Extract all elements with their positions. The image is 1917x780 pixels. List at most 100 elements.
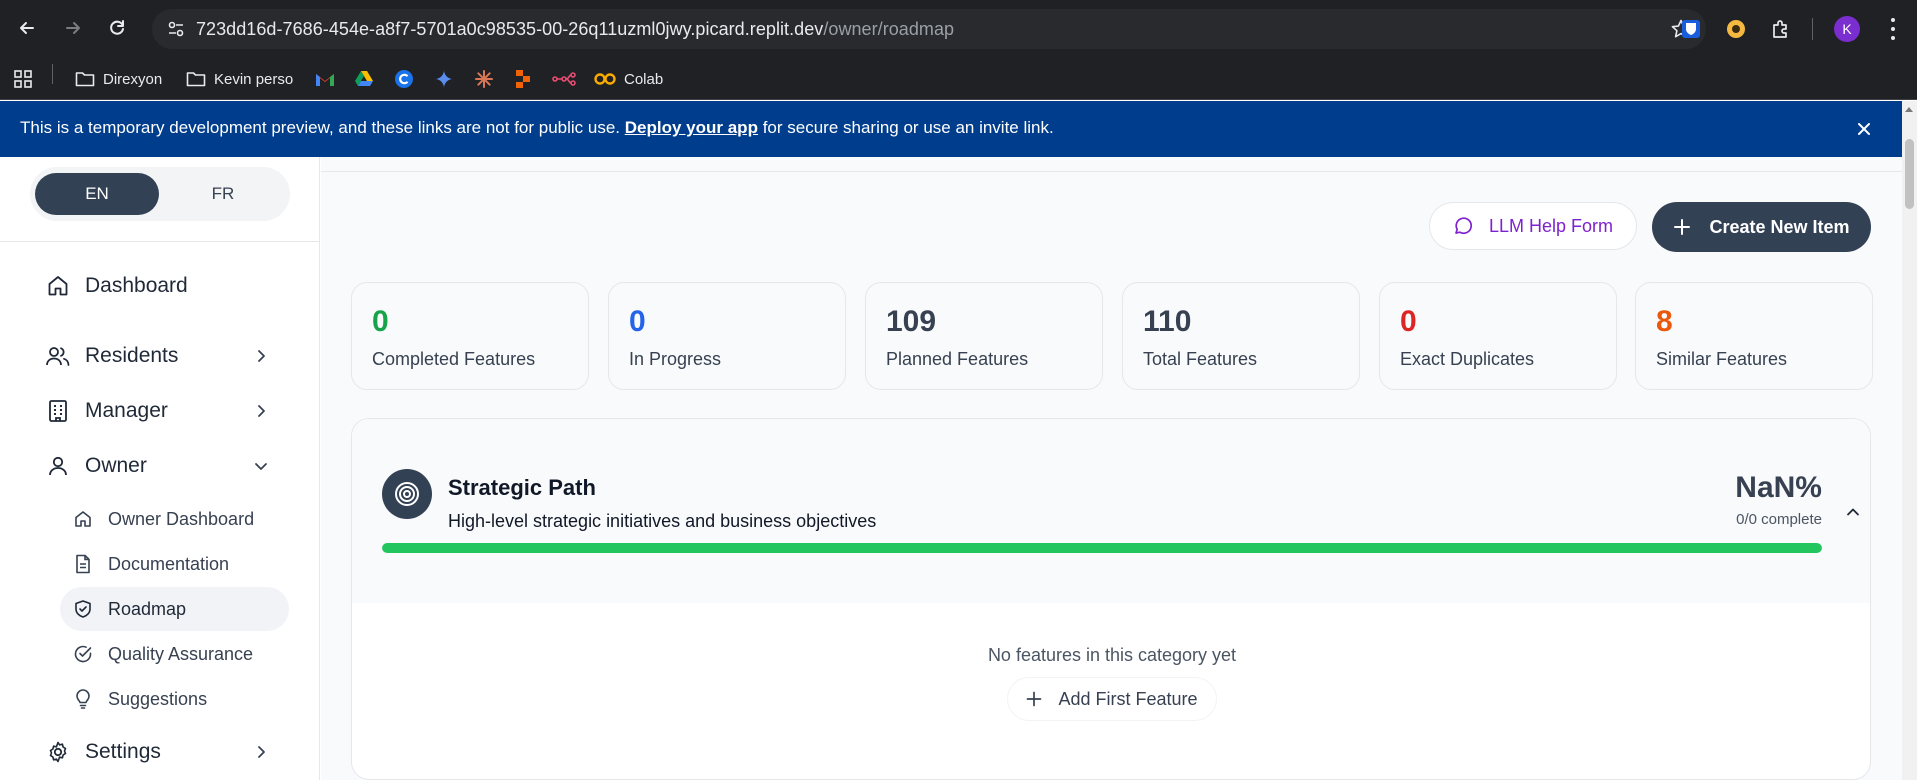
preview-banner: This is a temporary development preview,… [0,101,1902,157]
replit-icon[interactable] [514,67,532,91]
extensions-puzzle-icon[interactable] [1766,14,1796,44]
sidebar-sub-label: Documentation [108,553,230,574]
stat-value: 110 [1143,305,1192,338]
toolbar-divider [1812,18,1813,40]
n8n-icon[interactable] [552,67,576,91]
stat-label: Exact Duplicates [1400,349,1535,369]
bookmark-folder-kevin-perso[interactable]: Kevin perso [186,67,293,91]
sidebar-item-label: Dashboard [85,274,188,297]
address-bar[interactable]: 723dd16d-7686-454e-a8f7-5701a0c98535-00-… [152,9,1706,49]
banner-close-button[interactable] [1852,117,1876,141]
sidebar-item-label: Residents [85,344,179,367]
add-first-label: Add First Feature [1058,688,1198,709]
bookmark-colab[interactable]: Colab [594,67,663,91]
stat-label: Total Features [1143,349,1258,369]
gmail-icon[interactable] [315,67,335,91]
sidebar-item-residents[interactable]: Residents [30,334,290,378]
sidebar-sub-quality-assurance[interactable]: Quality Assurance [60,632,289,676]
stat-value: 0 [372,305,389,338]
main-content: LLM Help Form Create New Item 0 Complete… [321,157,1902,780]
stat-label: In Progress [629,349,722,369]
sidebar-item-owner[interactable]: Owner [30,444,290,488]
stat-value: 8 [1656,305,1673,338]
drive-icon[interactable] [354,67,374,91]
url-text: 723dd16d-7686-454e-a8f7-5701a0c98535-00-… [196,19,954,40]
chevron-right-icon [258,746,265,758]
stat-card-total: 110 Total Features [1122,282,1360,390]
stat-label: Completed Features [372,349,536,369]
profile-avatar[interactable]: K [1834,16,1860,42]
chevron-up-icon[interactable] [1842,501,1864,523]
sidebar-item-dashboard[interactable]: Dashboard [30,264,290,308]
category-percent: NaN% [1735,471,1822,504]
bookmarks-bar: Direxyon Kevin perso Colab [0,58,1917,100]
bookmark-label: Direxyon [103,70,163,88]
sidebar-sub-label: Quality Assurance [108,643,254,664]
stat-card-exact-duplicates: 0 Exact Duplicates [1379,282,1617,390]
sidebar-sub-owner-dashboard[interactable]: Owner Dashboard [60,497,289,541]
browser-toolbar: 723dd16d-7686-454e-a8f7-5701a0c98535-00-… [0,0,1917,58]
category-description: High-level strategic initiatives and bus… [448,511,877,531]
page-scrollbar[interactable] [1902,101,1917,780]
stat-value: 0 [629,305,646,338]
category-header[interactable]: Strategic Path High-level strategic init… [352,419,1870,603]
gemini-icon[interactable] [434,67,454,91]
sidebar-item-label: Settings [85,740,161,763]
sidebar-sub-suggestions[interactable]: Suggestions [60,677,289,721]
back-button[interactable] [13,14,41,42]
create-new-item-button[interactable]: Create New Item [1652,202,1871,252]
check-circle-icon [72,643,94,665]
bookmark-label: Colab [624,70,664,88]
empty-category-message: No features in this category yet [987,645,1237,665]
scrollbar-thumb[interactable] [1905,139,1914,209]
home-icon [44,272,72,300]
bitwarden-extension-icon[interactable] [1676,14,1706,44]
building-icon [44,397,72,425]
banner-text-after: for secure sharing or use an invite link… [762,118,1054,137]
folder-icon [75,72,95,87]
close-icon [1858,123,1870,135]
plus-icon [1027,691,1042,707]
reload-button[interactable] [103,14,131,42]
home-icon [72,508,94,530]
stat-label: Similar Features [1656,349,1788,369]
forward-button[interactable] [59,14,87,42]
stat-value: 0 [1400,305,1417,338]
sidebar-item-manager[interactable]: Manager [30,389,290,433]
url-path: /owner/roadmap [823,19,955,39]
stat-card-completed: 0 Completed Features [351,282,589,390]
bookmarks-divider [52,64,53,84]
sidebar-sub-roadmap[interactable]: Roadmap [60,587,289,631]
banner-text: This is a temporary development preview,… [20,118,621,137]
sun-extension-icon[interactable] [1721,14,1751,44]
reload-icon [110,20,124,35]
user-icon [44,452,72,480]
arrow-left-icon [20,22,34,34]
create-new-label: Create New Item [1709,216,1850,237]
sidebar-item-label: Owner [85,454,147,477]
language-fr-button[interactable]: FR [161,173,285,215]
sidebar-divider [0,241,319,242]
sidebar: EN FR Dashboard Residents Manager Owner [0,157,320,780]
scroll-up-arrow-icon[interactable] [1905,107,1913,112]
browser-menu-icon[interactable] [1886,16,1900,42]
add-first-feature-button[interactable]: Add First Feature [1007,677,1217,721]
category-complete-count: 0/0 complete [1736,511,1822,528]
site-settings-icon[interactable] [166,19,186,39]
apps-grid-icon[interactable] [14,67,32,91]
category-progress-bar [382,543,1822,553]
header-divider [321,171,1902,172]
sidebar-sub-documentation[interactable]: Documentation [60,542,289,586]
llm-help-label: LLM Help Form [1488,215,1614,236]
llm-help-form-button[interactable]: LLM Help Form [1429,202,1637,250]
file-text-icon [72,553,94,575]
bookmark-folder-direxyon[interactable]: Direxyon [75,67,162,91]
c-icon[interactable] [394,67,414,91]
users-icon [44,342,72,370]
plus-icon [1674,219,1691,235]
progress-fill [382,543,1822,553]
sidebar-item-settings[interactable]: Settings [30,730,290,774]
language-en-button[interactable]: EN [35,173,159,215]
deploy-app-link[interactable]: Deploy your app [625,118,758,137]
claude-icon[interactable] [474,67,494,91]
